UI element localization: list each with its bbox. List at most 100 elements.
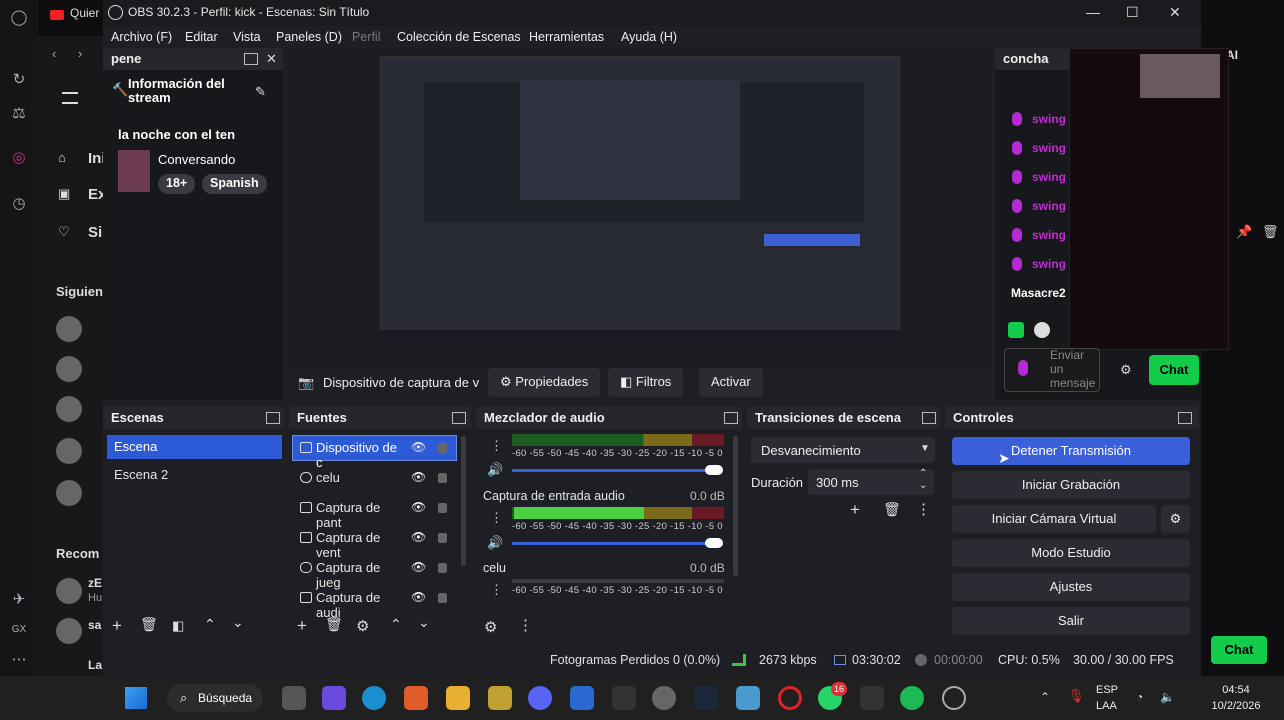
menu-herramientas[interactable]: Herramientas xyxy=(529,30,604,44)
menu-archivo[interactable]: Archivo (F) xyxy=(111,30,172,44)
gx-icon[interactable]: GX xyxy=(9,620,29,640)
close-icon[interactable]: ✕ xyxy=(1169,4,1181,21)
volume-slider[interactable] xyxy=(512,542,722,545)
add-icon[interactable]: + xyxy=(850,500,860,520)
chevron-up-icon[interactable]: ⌃ xyxy=(390,616,402,633)
filters-button[interactable]: ◧ Filtros xyxy=(608,368,684,397)
more-icon[interactable]: ⋯ xyxy=(9,650,29,670)
chat-send-button[interactable]: Chat xyxy=(1149,355,1199,385)
clock-date[interactable]: 10/2/2026 xyxy=(1206,700,1266,712)
steam-icon[interactable] xyxy=(694,686,718,710)
source-label[interactable]: Captura de vent xyxy=(309,526,409,560)
recommended-item[interactable]: sa xyxy=(88,618,101,632)
source-label[interactable]: Captura de pant xyxy=(309,496,409,530)
lock-icon[interactable] xyxy=(438,533,447,543)
file-explorer-icon[interactable] xyxy=(446,686,470,710)
microphone-icon[interactable]: 🎙 xyxy=(1068,688,1085,704)
pin-icon[interactable]: 📌 xyxy=(1236,224,1252,240)
windows-start-icon[interactable] xyxy=(125,687,147,709)
settings-button[interactable]: Ajustes xyxy=(952,573,1190,601)
chevron-up-icon[interactable]: ⌃ xyxy=(204,616,216,633)
lock-icon[interactable] xyxy=(438,443,447,453)
chat-send-button-bg[interactable]: Chat xyxy=(1211,636,1267,664)
gear-icon[interactable]: ⚙ xyxy=(356,617,369,635)
menu-editar[interactable]: Editar xyxy=(185,30,218,44)
scene-item[interactable]: Escena 2 xyxy=(107,463,282,487)
aria-icon[interactable]: ↻ xyxy=(9,70,29,90)
app-icon[interactable] xyxy=(736,686,760,710)
epic-games-icon[interactable] xyxy=(612,686,636,710)
nav-siguiendo[interactable]: Si xyxy=(88,224,102,241)
maximize-icon[interactable]: ☐ xyxy=(1126,4,1139,21)
avatar[interactable] xyxy=(56,316,82,342)
avatar[interactable] xyxy=(56,438,82,464)
settings-icon[interactable] xyxy=(652,686,676,710)
edit-icon[interactable]: ✎ xyxy=(255,84,266,100)
lock-icon[interactable] xyxy=(438,503,447,513)
crypto-icon[interactable]: ⚖ xyxy=(9,104,29,124)
forward-icon[interactable]: › xyxy=(78,46,82,61)
task-view-icon[interactable] xyxy=(282,686,306,710)
trash-icon[interactable]: 🗑 xyxy=(325,616,343,633)
avatar[interactable] xyxy=(56,578,82,604)
float-icon[interactable] xyxy=(244,53,258,65)
add-icon[interactable]: + xyxy=(112,616,122,636)
filter-icon[interactable]: ◧ xyxy=(172,618,184,634)
source-label[interactable]: Captura de audi xyxy=(309,586,409,620)
float-icon[interactable] xyxy=(922,412,936,424)
app-icon[interactable] xyxy=(404,686,428,710)
home-icon[interactable]: ⌂ xyxy=(58,150,66,165)
studio-mode-button[interactable]: Modo Estudio xyxy=(952,539,1190,567)
properties-button[interactable]: ⚙ Propiedades xyxy=(488,368,601,397)
menu-ayuda[interactable]: Ayuda (H) xyxy=(621,30,677,44)
start-recording-button[interactable]: Iniciar Grabación xyxy=(952,471,1190,499)
instagram-icon[interactable]: ◎ xyxy=(9,148,29,168)
volume-slider[interactable] xyxy=(512,469,722,472)
recommended-item[interactable]: La xyxy=(88,658,102,672)
app-icon[interactable] xyxy=(488,686,512,710)
opera-logo-icon[interactable]: ◯ xyxy=(9,8,29,28)
avatar[interactable] xyxy=(56,396,82,422)
eye-icon[interactable]: 👁 xyxy=(411,470,426,484)
menu-coleccion[interactable]: Colección de Escenas xyxy=(397,30,521,44)
copilot-icon[interactable] xyxy=(322,686,346,710)
store-icon[interactable] xyxy=(570,686,594,710)
float-icon[interactable] xyxy=(724,412,738,424)
trash-icon[interactable]: 🗑 xyxy=(883,501,901,518)
minimize-icon[interactable]: — xyxy=(1086,4,1100,20)
float-icon[interactable] xyxy=(266,412,280,424)
eye-icon[interactable]: 👁 xyxy=(411,530,426,544)
exit-button[interactable]: Salir xyxy=(952,607,1190,635)
lock-icon[interactable] xyxy=(438,563,447,573)
menu-paneles[interactable]: Paneles (D) xyxy=(276,30,342,44)
volume-icon[interactable]: 🔈 xyxy=(1160,690,1175,704)
menu-vista[interactable]: Vista xyxy=(233,30,261,44)
lock-icon[interactable] xyxy=(438,593,447,603)
float-icon[interactable] xyxy=(1178,412,1192,424)
eye-icon[interactable]: 👁 xyxy=(411,440,426,454)
trash-icon[interactable]: 🗑 xyxy=(1262,224,1279,240)
hamburger-icon[interactable] xyxy=(62,92,78,104)
menu-perfil[interactable]: Perfil xyxy=(352,30,380,44)
kebab-icon[interactable]: ⋮ xyxy=(518,616,533,634)
back-icon[interactable]: ‹ xyxy=(52,46,56,61)
chevron-up-icon[interactable]: ⌃ xyxy=(1040,690,1050,704)
kebab-icon[interactable]: ⋮ xyxy=(916,500,931,518)
language-layout[interactable]: LAA xyxy=(1096,700,1117,712)
kebab-icon[interactable]: ⋮ xyxy=(490,582,503,598)
stop-stream-button[interactable]: Detener Transmisión xyxy=(952,437,1190,465)
source-label[interactable]: Dispositivo de c xyxy=(309,436,409,470)
spotify-icon[interactable] xyxy=(900,686,924,710)
source-label[interactable]: celu xyxy=(309,466,409,490)
kebab-icon[interactable]: ⋮ xyxy=(490,510,503,526)
browser-tab-title[interactable]: Quier xyxy=(70,6,99,20)
scene-item[interactable]: Escena xyxy=(107,435,282,459)
speaker-icon[interactable]: 🔊 xyxy=(487,535,503,551)
source-label[interactable]: Captura de jueg xyxy=(309,556,409,590)
volume-knob[interactable] xyxy=(705,538,723,548)
explore-icon[interactable]: ▣ xyxy=(58,186,70,202)
virtual-camera-button[interactable]: Iniciar Cámara Virtual xyxy=(952,505,1156,533)
edge-icon[interactable] xyxy=(362,686,386,710)
add-icon[interactable]: + xyxy=(297,616,307,636)
virtual-camera-settings-button[interactable]: ⚙ xyxy=(1161,505,1190,533)
